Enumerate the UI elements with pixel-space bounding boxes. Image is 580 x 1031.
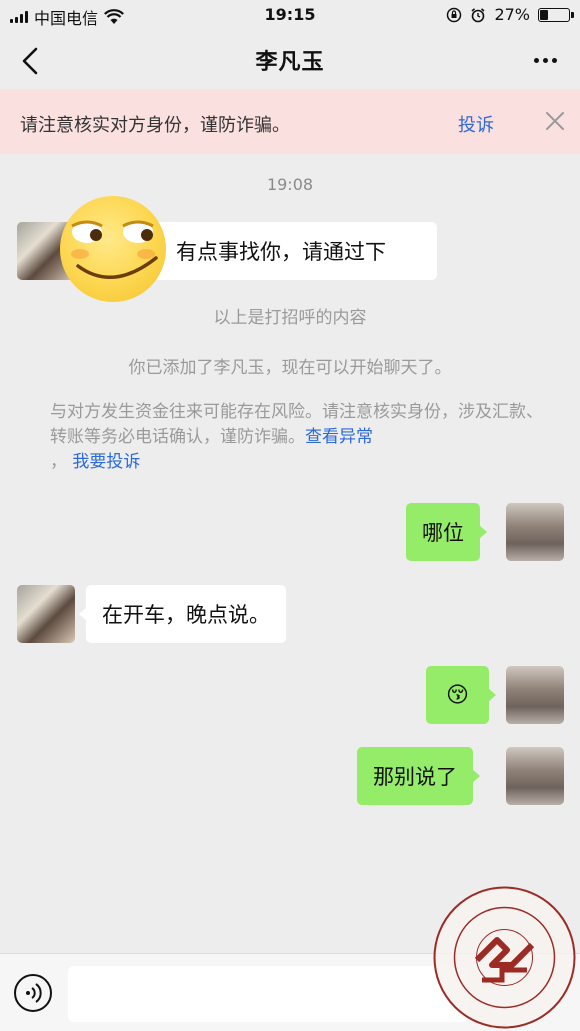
message-bubble[interactable]: 😚	[426, 666, 496, 724]
contact-title: 李凡玉	[255, 50, 325, 75]
message-text: 哪位	[422, 521, 464, 545]
view-abnormal-link[interactable]: 查看异常	[305, 427, 373, 447]
battery-percent: 27%	[494, 5, 530, 24]
more-icon[interactable]	[528, 50, 562, 70]
battery-icon	[538, 7, 574, 22]
message-bubble[interactable]: 在开车，晚点说。	[79, 585, 286, 643]
chat-timestamp: 19:08	[266, 175, 314, 194]
kissing-emoji-icon: 😚	[446, 682, 469, 708]
message-input[interactable]	[68, 966, 468, 1022]
alarm-icon	[471, 7, 485, 22]
greeting-message-text: 有点事找你，请通过下	[176, 240, 386, 264]
orientation-lock-icon	[447, 7, 462, 22]
greeting-note: 以上是打招呼的内容	[213, 308, 367, 328]
banner-text: 请注意核实对方身份，谨防诈骗。	[20, 115, 290, 136]
my-avatar[interactable]	[506, 503, 564, 561]
my-avatar[interactable]	[506, 666, 564, 724]
nav-bar: 李凡玉	[0, 30, 580, 88]
banner-complain-link[interactable]: 投诉	[458, 111, 494, 137]
status-bar: 中国电信 19:15 27%	[0, 0, 580, 30]
risk-notice: 与对方发生资金往来可能存在风险。请注意核实身份，涉及汇款、转账等务必电话确认，谨…	[50, 400, 550, 475]
friend-added-note: 你已添加了李凡玉，现在可以开始聊天了。	[128, 358, 452, 378]
my-avatar[interactable]	[506, 747, 564, 805]
close-icon[interactable]	[544, 110, 566, 132]
risk-separator: ，	[50, 452, 67, 472]
message-text: 在开车，晚点说。	[102, 603, 270, 627]
battery-fill	[540, 9, 548, 20]
report-link[interactable]: 我要投诉	[72, 452, 140, 472]
status-right: 27%	[446, 5, 574, 24]
smirk-emoji-icon	[60, 196, 166, 302]
message-bubble[interactable]: 那别说了	[357, 747, 480, 805]
voice-input-icon[interactable]	[14, 974, 52, 1012]
watermark-logo	[432, 885, 577, 1030]
message-bubble[interactable]: 哪位	[406, 503, 487, 561]
contact-avatar[interactable]	[17, 585, 75, 643]
fraud-warning-banner: 请注意核实对方身份，谨防诈骗。 投诉	[0, 89, 580, 154]
risk-notice-text: 与对方发生资金往来可能存在风险。请注意核实身份，涉及汇款、转账等务必电话确认，谨…	[50, 402, 543, 447]
message-text: 那别说了	[373, 765, 457, 789]
